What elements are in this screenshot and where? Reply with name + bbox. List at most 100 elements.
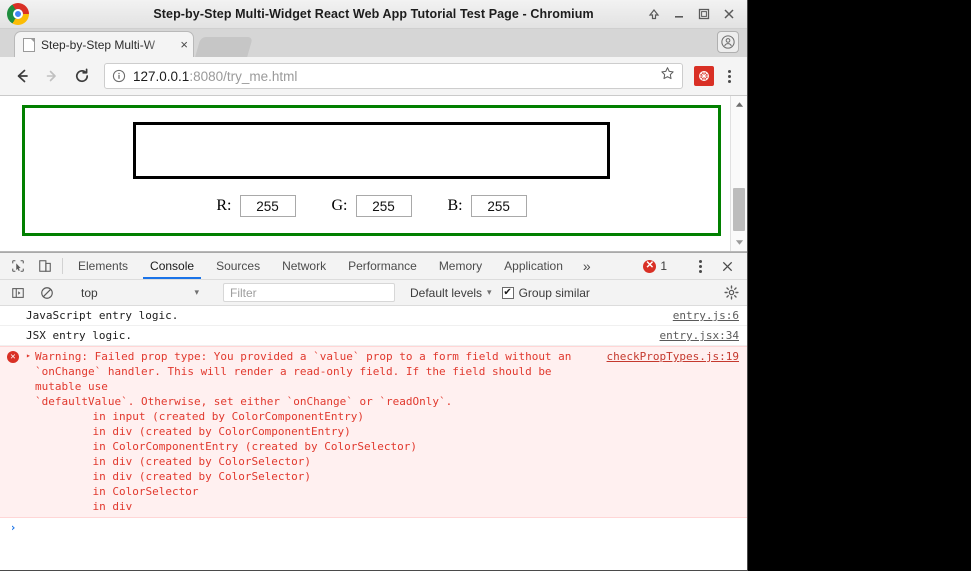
console-settings-icon[interactable] bbox=[724, 285, 747, 300]
profile-avatar-icon[interactable] bbox=[717, 31, 739, 53]
tab-sources[interactable]: Sources bbox=[205, 253, 271, 279]
url-text: 127.0.0.1:8080/try_me.html bbox=[133, 69, 297, 84]
browser-toolbar: 127.0.0.1:8080/try_me.html bbox=[0, 57, 747, 96]
color-swatch-preview bbox=[133, 122, 610, 179]
url-host: 127.0.0.1 bbox=[133, 68, 190, 84]
tab-close-icon[interactable]: × bbox=[180, 38, 188, 51]
console-message-error[interactable]: ✕ ▸ Warning: Failed prop type: You provi… bbox=[0, 346, 747, 518]
devtools-tab-bar: Elements Console Sources Network Perform… bbox=[0, 253, 747, 280]
window-title: Step-by-Step Multi-Widget React Web App … bbox=[153, 7, 594, 21]
rendered-page: R: 255 G: 255 B: 255 bbox=[0, 96, 730, 251]
console-toolbar: top ▾ Filter Default levels ▾ ✔ Group si… bbox=[0, 280, 747, 306]
error-headline: ▸ Warning: Failed prop type: You provide… bbox=[26, 349, 739, 409]
tab-application[interactable]: Application bbox=[493, 253, 574, 279]
error-body: ▸ Warning: Failed prop type: You provide… bbox=[26, 349, 739, 514]
devtools-panel: Elements Console Sources Network Perform… bbox=[0, 252, 747, 570]
close-button[interactable] bbox=[722, 7, 736, 21]
color-component-entry-g: G: 255 bbox=[332, 195, 412, 217]
color-component-entry-b: B: 255 bbox=[448, 195, 527, 217]
log-levels-select[interactable]: Default levels ▾ bbox=[402, 286, 500, 300]
message-text: JavaScript entry logic. bbox=[26, 309, 179, 322]
input-r[interactable]: 255 bbox=[239, 195, 296, 217]
error-count-badge[interactable]: ✕ 1 bbox=[637, 259, 673, 273]
title-bar: Step-by-Step Multi-Widget React Web App … bbox=[0, 0, 747, 29]
message-gutter bbox=[0, 328, 26, 329]
console-filter-input[interactable]: Filter bbox=[223, 283, 395, 302]
tab-console[interactable]: Console bbox=[139, 253, 205, 279]
scrollbar-thumb[interactable] bbox=[733, 188, 745, 231]
chevron-down-icon: ▾ bbox=[194, 287, 199, 297]
tab-strip: Step-by-Step Multi-W × bbox=[0, 29, 747, 57]
back-arrow-icon[interactable] bbox=[8, 62, 36, 90]
chromium-logo-icon bbox=[7, 3, 29, 25]
shade-button[interactable] bbox=[647, 7, 661, 21]
message-source-link[interactable]: entry.jsx:34 bbox=[660, 328, 739, 343]
console-message-log[interactable]: JSX entry logic. entry.jsx:34 bbox=[0, 326, 747, 346]
clear-console-icon[interactable] bbox=[33, 286, 60, 300]
page-favicon-icon bbox=[23, 37, 35, 52]
error-gutter: ✕ bbox=[0, 349, 26, 363]
execution-context-value: top bbox=[81, 285, 98, 300]
forward-arrow-icon bbox=[38, 62, 66, 90]
error-source-link[interactable]: checkPropTypes.js:19 bbox=[607, 349, 739, 364]
console-prompt[interactable]: › bbox=[0, 518, 747, 534]
tab-performance[interactable]: Performance bbox=[337, 253, 428, 279]
chrome-menu-icon[interactable] bbox=[719, 69, 739, 83]
scrollbar-track[interactable] bbox=[731, 113, 747, 234]
color-selector-container: R: 255 G: 255 B: 255 bbox=[22, 105, 721, 236]
tab-elements[interactable]: Elements bbox=[67, 253, 139, 279]
input-b[interactable]: 255 bbox=[470, 195, 527, 217]
maximize-button[interactable] bbox=[697, 7, 711, 21]
extension-icon[interactable] bbox=[694, 66, 714, 86]
toolbar-divider bbox=[62, 258, 63, 274]
address-bar[interactable]: 127.0.0.1:8080/try_me.html bbox=[104, 63, 683, 89]
tabs-overflow-icon[interactable]: » bbox=[574, 253, 600, 279]
url-path: :8080/try_me.html bbox=[189, 68, 298, 84]
label-b: B: bbox=[447, 197, 463, 214]
console-message-log[interactable]: JavaScript entry logic. entry.js:6 bbox=[0, 306, 747, 326]
group-similar-toggle[interactable]: ✔ Group similar bbox=[501, 285, 590, 300]
filter-placeholder: Filter bbox=[230, 285, 257, 300]
devtools-tab-bar-right: ✕ 1 bbox=[637, 253, 747, 279]
page-viewport: R: 255 G: 255 B: 255 bbox=[0, 96, 747, 252]
tab-network[interactable]: Network bbox=[271, 253, 337, 279]
browser-tab[interactable]: Step-by-Step Multi-W × bbox=[14, 31, 194, 57]
label-g: G: bbox=[331, 197, 348, 214]
input-g[interactable]: 255 bbox=[355, 195, 412, 217]
chevron-down-icon-levels: ▾ bbox=[487, 287, 492, 297]
color-component-entry-r: R: 255 bbox=[216, 195, 296, 217]
error-circle-icon: ✕ bbox=[7, 351, 19, 363]
error-count: 1 bbox=[660, 259, 667, 273]
page-scrollbar[interactable] bbox=[730, 96, 747, 251]
console-message-list[interactable]: JavaScript entry logic. entry.js:6 JSX e… bbox=[0, 306, 747, 570]
message-text: JSX entry logic. bbox=[26, 329, 132, 342]
error-component-stack: in input (created by ColorComponentEntry… bbox=[92, 410, 418, 513]
tab-memory[interactable]: Memory bbox=[428, 253, 493, 279]
rgb-inputs-row: R: 255 G: 255 B: 255 bbox=[25, 195, 718, 217]
group-similar-label: Group similar bbox=[518, 285, 590, 300]
message-gutter bbox=[0, 308, 26, 309]
browser-window: Step-by-Step Multi-Widget React Web App … bbox=[0, 0, 748, 571]
close-devtools-icon[interactable] bbox=[714, 260, 741, 273]
device-toolbar-icon[interactable] bbox=[31, 253, 58, 279]
error-badge-icon: ✕ bbox=[643, 259, 657, 273]
execution-context-select[interactable]: top ▾ bbox=[73, 286, 205, 300]
more-options-icon[interactable] bbox=[690, 259, 710, 273]
tab-background-stub bbox=[195, 37, 253, 57]
window-controls bbox=[647, 7, 747, 21]
tab-title: Step-by-Step Multi-W bbox=[41, 37, 156, 52]
expand-arrow-icon[interactable]: ▸ bbox=[26, 349, 35, 360]
page-info-icon[interactable] bbox=[112, 69, 126, 83]
log-levels-label: Default levels bbox=[410, 285, 483, 300]
label-r: R: bbox=[216, 197, 232, 214]
reload-icon[interactable] bbox=[68, 62, 96, 90]
group-similar-checkbox[interactable]: ✔ bbox=[501, 286, 514, 299]
inspect-element-icon[interactable] bbox=[4, 253, 31, 279]
bookmark-star-icon[interactable] bbox=[660, 66, 675, 86]
error-message-text: Warning: Failed prop type: You provided … bbox=[35, 350, 572, 408]
console-sidebar-icon[interactable] bbox=[4, 286, 31, 300]
message-source-link[interactable]: entry.js:6 bbox=[673, 308, 739, 323]
scroll-down-arrow-icon[interactable] bbox=[731, 234, 747, 251]
scroll-up-arrow-icon[interactable] bbox=[731, 96, 747, 113]
minimize-button[interactable] bbox=[672, 7, 686, 21]
